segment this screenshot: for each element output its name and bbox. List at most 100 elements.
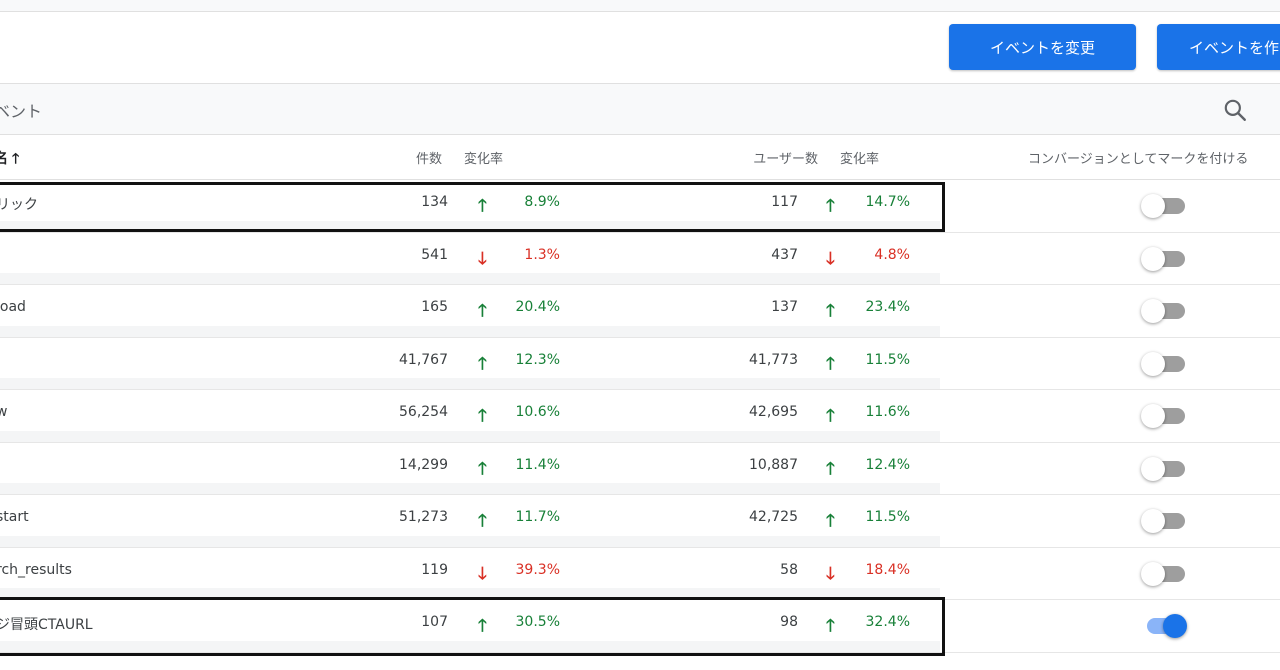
- user-count: 58: [780, 561, 798, 578]
- users-change-value: 23.4%: [865, 299, 910, 315]
- user-count: 42,695: [749, 404, 798, 420]
- event-count: 107: [421, 614, 448, 630]
- change-event-button[interactable]: イベントを変更: [949, 24, 1136, 70]
- conversion-toggle[interactable]: [1141, 246, 1187, 271]
- table-row[interactable]: ジ冒頭CTAURL 107 🡑 30.5% 98 🡑 32.4%: [0, 600, 1280, 653]
- trend-up-icon: 🡑: [478, 511, 487, 531]
- event-name[interactable]: ジ冒頭CTAURL: [0, 614, 93, 634]
- users-change-value: 11.5%: [865, 351, 910, 368]
- conversion-toggle[interactable]: [1141, 456, 1187, 481]
- trend-up-icon: 🡑: [826, 458, 835, 479]
- toggle-thumb: [1141, 299, 1165, 323]
- trend-up-icon: 🡑: [826, 616, 835, 636]
- users-change-value: 14.7%: [865, 194, 910, 210]
- trend-up-icon: 🡑: [826, 353, 835, 374]
- table-row[interactable]: 541 🡓 1.3% 437 🡓 4.8%: [0, 233, 1280, 285]
- count-change-value: 30.5%: [515, 614, 560, 630]
- count-change-value: 11.7%: [515, 509, 560, 525]
- user-count: 41,773: [749, 351, 798, 368]
- event-name[interactable]: w: [0, 404, 7, 420]
- trend-up-icon: 🡑: [478, 301, 487, 321]
- row-stripe: [0, 430, 940, 442]
- toggle-thumb: [1141, 246, 1165, 271]
- top-strip: [0, 0, 1280, 12]
- users-change-value: 12.4%: [865, 456, 910, 473]
- create-event-button[interactable]: イベントを作: [1157, 24, 1280, 70]
- toggle-thumb: [1141, 351, 1165, 376]
- toggle-thumb: [1141, 561, 1165, 586]
- table-row[interactable]: w 56,254 🡑 10.6% 42,695 🡑 11.6%: [0, 390, 1280, 443]
- conversion-toggle[interactable]: [1141, 194, 1187, 218]
- user-count: 10,887: [749, 456, 798, 473]
- user-count: 137: [771, 299, 798, 315]
- event-name[interactable]: リック: [0, 194, 38, 214]
- trend-up-icon: 🡑: [826, 511, 835, 531]
- trend-up-icon: 🡑: [478, 196, 487, 216]
- event-name[interactable]: rch_results: [0, 562, 72, 578]
- conversion-toggle[interactable]: [1141, 561, 1187, 586]
- conversion-toggle[interactable]: [1141, 351, 1187, 376]
- column-header-conversion: コンバージョンとしてマークを付ける: [1028, 152, 1249, 167]
- user-count: 437: [771, 246, 798, 263]
- row-stripe: [0, 220, 940, 232]
- trend-down-icon: 🡓: [826, 248, 835, 269]
- toggle-thumb: [1141, 194, 1165, 218]
- event-count: 51,273: [399, 509, 448, 525]
- trend-down-icon: 🡓: [478, 248, 487, 269]
- event-count: 41,767: [399, 351, 448, 368]
- count-change-value: 20.4%: [515, 299, 560, 315]
- event-count: 56,254: [399, 404, 448, 420]
- event-name[interactable]: load: [0, 299, 26, 315]
- conversion-toggle[interactable]: [1141, 614, 1187, 638]
- conversion-toggle[interactable]: [1141, 299, 1187, 323]
- table-row[interactable]: start 51,273 🡑 11.7% 42,725 🡑 11.5%: [0, 495, 1280, 548]
- toggle-thumb: [1141, 456, 1165, 481]
- events-section-header: ベント: [0, 83, 1280, 135]
- column-header-name[interactable]: 名 🡑: [0, 148, 19, 172]
- trend-up-icon: 🡑: [478, 458, 487, 479]
- event-count: 14,299: [399, 456, 448, 473]
- toggle-thumb: [1163, 614, 1187, 638]
- trend-up-icon: 🡑: [478, 406, 487, 426]
- event-count: 134: [421, 194, 448, 210]
- table-row[interactable]: リック 134 🡑 8.9% 117 🡑 14.7%: [0, 180, 1280, 233]
- count-change-value: 1.3%: [524, 246, 560, 263]
- table-row[interactable]: rch_results 119 🡓 39.3% 58 🡓 18.4%: [0, 548, 1280, 600]
- trend-up-icon: 🡑: [478, 353, 487, 374]
- count-change-value: 11.4%: [515, 456, 560, 473]
- row-stripe: [0, 325, 940, 337]
- count-change-value: 8.9%: [524, 194, 560, 210]
- trend-up-icon: 🡑: [478, 616, 487, 636]
- row-stripe: [0, 273, 940, 284]
- user-count: 42,725: [749, 509, 798, 525]
- column-header-count[interactable]: 件数: [416, 148, 442, 167]
- column-header-users-change[interactable]: 変化率: [840, 148, 879, 167]
- users-change-value: 11.6%: [865, 404, 910, 420]
- row-stripe: [0, 640, 940, 652]
- user-count: 98: [780, 614, 798, 630]
- search-icon[interactable]: [1222, 97, 1248, 123]
- count-change-value: 10.6%: [515, 404, 560, 420]
- column-header-users[interactable]: ユーザー数: [753, 148, 818, 167]
- trend-up-icon: 🡑: [826, 406, 835, 426]
- user-count: 117: [771, 194, 798, 210]
- sort-arrow-up-icon: 🡑: [12, 151, 20, 167]
- conversion-toggle[interactable]: [1141, 509, 1187, 533]
- table-row[interactable]: 41,767 🡑 12.3% 41,773 🡑 11.5%: [0, 338, 1280, 390]
- table-row[interactable]: load 165 🡑 20.4% 137 🡑 23.4%: [0, 285, 1280, 338]
- users-change-value: 4.8%: [874, 246, 910, 263]
- row-stripe: [0, 535, 940, 547]
- row-stripe: [0, 483, 940, 494]
- row-stripe: [0, 378, 940, 389]
- table-row[interactable]: 14,299 🡑 11.4% 10,887 🡑 12.4%: [0, 443, 1280, 495]
- conversion-toggle[interactable]: [1141, 404, 1187, 428]
- column-header-count-change[interactable]: 変化率: [464, 148, 503, 167]
- count-change-value: 39.3%: [515, 561, 560, 578]
- users-change-value: 32.4%: [865, 614, 910, 630]
- toggle-thumb: [1141, 509, 1165, 533]
- trend-up-icon: 🡑: [826, 196, 835, 216]
- event-count: 165: [421, 299, 448, 315]
- event-name[interactable]: start: [0, 509, 29, 525]
- section-title: ベント: [0, 102, 43, 121]
- count-change-value: 12.3%: [515, 351, 560, 368]
